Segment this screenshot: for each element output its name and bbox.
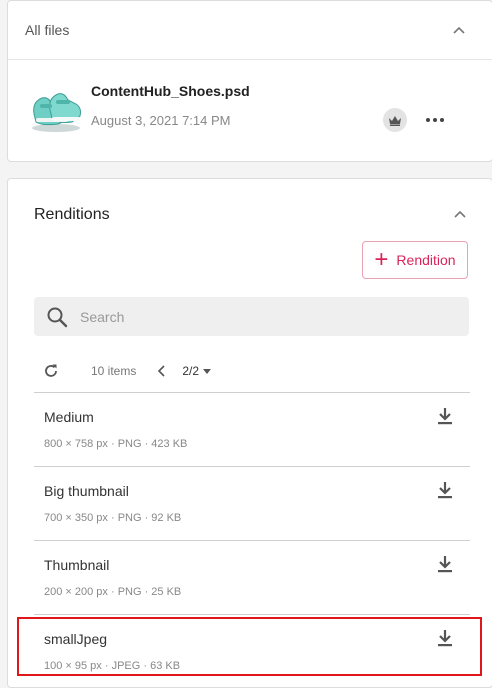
- list-item[interactable]: Big thumbnail 700 × 350 px · PNG · 92 KB: [34, 466, 470, 540]
- chevron-up-icon[interactable]: [450, 21, 468, 39]
- rendition-meta: 800 × 758 px · PNG · 423 KB: [44, 438, 188, 450]
- rendition-name: Big thumbnail: [44, 483, 129, 499]
- crown-button[interactable]: [383, 108, 407, 132]
- rendition-name: smallJpeg: [44, 631, 108, 647]
- search-input[interactable]: [78, 307, 462, 326]
- all-files-panel: All files: [7, 0, 492, 162]
- list-item[interactable]: Thumbnail 200 × 200 px · PNG · 25 KB: [34, 540, 470, 614]
- rendition-meta: 200 × 200 px · PNG · 25 KB: [44, 586, 182, 598]
- search-bar[interactable]: [34, 297, 469, 336]
- plus-icon: +: [374, 246, 389, 273]
- list-item[interactable]: smallJpeg 100 × 95 px · JPEG · 63 KB: [34, 614, 470, 688]
- list-item[interactable]: Medium 800 × 758 px · PNG · 423 KB: [34, 392, 470, 466]
- items-count: 10 items: [91, 364, 137, 378]
- download-icon[interactable]: [434, 479, 456, 501]
- pagination-bar: 10 items 2/2: [34, 359, 469, 383]
- all-files-header[interactable]: All files: [8, 1, 492, 60]
- file-date: August 3, 2021 7:14 PM: [91, 113, 231, 128]
- renditions-title: Renditions: [34, 206, 110, 223]
- all-files-title: All files: [25, 22, 70, 38]
- file-thumbnail[interactable]: [28, 84, 84, 136]
- renditions-panel: Renditions + Rendition 10 items 2/2 Medi…: [7, 178, 492, 688]
- rendition-meta: 700 × 350 px · PNG · 92 KB: [44, 512, 182, 524]
- rendition-name: Medium: [44, 409, 94, 425]
- crown-icon: [389, 115, 401, 126]
- page-selector[interactable]: 2/2: [182, 364, 212, 378]
- file-name[interactable]: ContentHub_Shoes.psd: [91, 83, 250, 99]
- rendition-name: Thumbnail: [44, 557, 110, 573]
- page-number: 2/2: [182, 364, 200, 378]
- add-rendition-label: Rendition: [396, 252, 456, 268]
- download-icon[interactable]: [434, 405, 456, 427]
- refresh-icon[interactable]: [42, 362, 60, 380]
- download-icon[interactable]: [434, 553, 456, 575]
- more-button[interactable]: [424, 110, 446, 130]
- caret-down-icon: [203, 368, 212, 374]
- chevron-left-icon[interactable]: [154, 364, 168, 378]
- add-rendition-button[interactable]: + Rendition: [362, 241, 468, 279]
- download-icon[interactable]: [434, 627, 456, 649]
- search-icon: [47, 307, 68, 327]
- shoes-thumbnail: [32, 93, 81, 132]
- rendition-meta: 100 × 95 px · JPEG · 63 KB: [44, 660, 181, 672]
- renditions-list: Medium 800 × 758 px · PNG · 423 KB Big t…: [34, 392, 470, 688]
- chevron-up-icon[interactable]: [451, 205, 469, 223]
- more-icon: [426, 118, 444, 122]
